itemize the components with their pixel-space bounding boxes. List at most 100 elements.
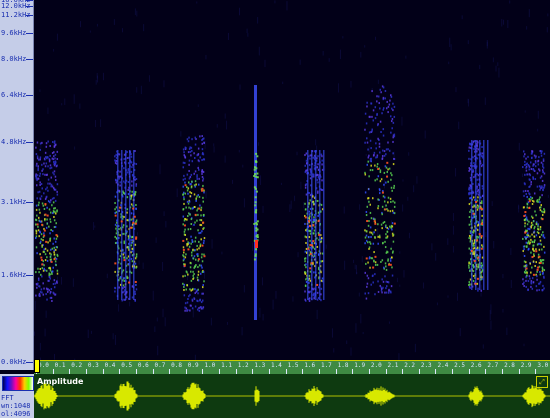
streak-pixel <box>254 187 257 190</box>
spectrogram-pixel <box>377 198 379 201</box>
waveform-canvas <box>34 381 550 411</box>
spectrogram-pixel <box>52 282 55 285</box>
noise-speck <box>537 128 539 132</box>
spectrogram-pixel <box>366 274 369 277</box>
spectrogram-pixel <box>131 190 133 193</box>
spectrogram-pixel <box>190 262 192 265</box>
noise-speck <box>165 221 167 228</box>
frequency-tick <box>26 59 33 60</box>
noise-speck <box>456 292 458 301</box>
spectrogram-pixel <box>126 151 128 154</box>
spectrogram-pixel <box>304 284 307 287</box>
waveform-view[interactable]: Amplitude ⤢ <box>34 374 550 418</box>
streak-pixel <box>254 196 257 199</box>
spectrogram-pixel <box>313 229 316 232</box>
spectrogram-pixel <box>38 294 40 297</box>
spectrogram-pixel <box>123 251 125 254</box>
hotspot <box>182 239 185 242</box>
hotspot <box>528 200 531 203</box>
spectrogram-pixel <box>477 153 480 156</box>
spectrogram-pixel <box>480 274 482 277</box>
spectrogram-pixel <box>371 233 374 236</box>
spectrogram-pixel <box>36 214 38 217</box>
spectrogram-pixel <box>199 243 202 246</box>
spectrogram-pixel <box>201 175 204 178</box>
spectrogram-pixel <box>390 131 392 134</box>
spectrogram-pixel <box>42 168 44 171</box>
spectrogram-pixel <box>184 156 187 159</box>
spectrogram-pixel <box>543 251 546 254</box>
spectrogram-pixel <box>56 210 58 213</box>
spectrogram-pixel <box>47 140 49 143</box>
spectrogram-pixel <box>524 225 526 228</box>
noise-speck <box>479 64 481 70</box>
spectrogram-pixel <box>386 208 388 211</box>
spectrogram-pixel <box>43 250 46 253</box>
spectrogram-pixel <box>48 289 51 292</box>
spectrogram-pixel <box>186 186 188 189</box>
frequency-tick <box>26 202 33 203</box>
hotspot <box>476 239 479 242</box>
spectrogram-pixel <box>364 141 366 144</box>
spectrogram-pixel <box>529 174 532 177</box>
spectrogram-pixel <box>198 264 201 267</box>
spectrogram-view[interactable] <box>34 0 550 365</box>
noise-speck <box>155 237 157 243</box>
hotspot <box>386 175 389 178</box>
spectrogram-pixel <box>36 174 39 177</box>
spectrogram-pixel <box>381 227 383 230</box>
spectrogram-pixel <box>476 228 479 231</box>
spectrogram-pixel <box>182 185 184 188</box>
spectrogram-pixel <box>386 285 388 288</box>
noise-speck <box>501 18 503 27</box>
spectrogram-pixel <box>477 263 480 266</box>
spectrogram-pixel <box>390 120 393 123</box>
spectrogram-pixel <box>384 97 386 100</box>
spectrogram-pixel <box>375 147 378 150</box>
spectrogram-pixel <box>527 232 529 235</box>
time-label: 0.3 <box>87 362 99 369</box>
time-scroll-handle[interactable] <box>34 359 40 373</box>
noise-speck <box>89 30 91 33</box>
spectrogram-pixel <box>189 270 192 273</box>
spectrogram-pixel <box>192 277 194 280</box>
spectrogram-pixel <box>535 214 537 217</box>
hotspot <box>197 258 200 261</box>
spectrogram-pixel <box>387 201 389 204</box>
amplitude-color-scale <box>2 376 34 391</box>
spectrogram-pixel <box>313 175 315 178</box>
spectrogram-pixel <box>539 228 542 231</box>
spectrogram-pixel <box>369 203 371 206</box>
spectrogram-pixel <box>370 102 372 105</box>
spectrogram-pixel <box>35 246 38 249</box>
spectrogram-pixel <box>320 260 322 263</box>
spectrogram-pixel <box>543 211 546 214</box>
spectrogram-pixel <box>191 138 193 141</box>
spectrogram-pixel <box>535 234 538 237</box>
noise-speck <box>243 198 245 208</box>
spectrogram-pixel <box>51 270 54 273</box>
spectrogram-pixel <box>44 217 46 220</box>
noise-speck <box>227 32 229 40</box>
spectrogram-pixel <box>534 225 536 228</box>
spectrogram-pixel <box>202 284 204 287</box>
noise-speck <box>403 270 405 278</box>
spectrogram-pixel <box>122 232 124 235</box>
spectrogram-pixel <box>542 163 544 166</box>
noise-speck <box>362 331 364 335</box>
spectrogram-pixel <box>41 244 43 247</box>
spectrogram-pixel <box>200 206 203 209</box>
expand-icon[interactable]: ⤢ <box>536 376 548 388</box>
hotspot <box>307 220 310 223</box>
spectrogram-pixel <box>543 152 546 155</box>
spectrogram-pixel <box>366 137 368 140</box>
spectrogram-pixel <box>201 230 203 233</box>
spectrogram-pixel <box>374 293 376 296</box>
spectrogram-pixel <box>38 190 41 193</box>
spectrogram-pixel <box>534 178 537 181</box>
time-axis[interactable]: 0.0 0.1 0.2 0.3 0.4 0.5 0.6 0.7 0.8 0.9 1.0 1.1 1.2 1… <box>34 360 550 375</box>
spectrogram-pixel <box>191 288 194 291</box>
noise-speck <box>136 232 138 236</box>
spectrogram-pixel <box>56 190 58 193</box>
spectrogram-pixel <box>197 270 200 273</box>
